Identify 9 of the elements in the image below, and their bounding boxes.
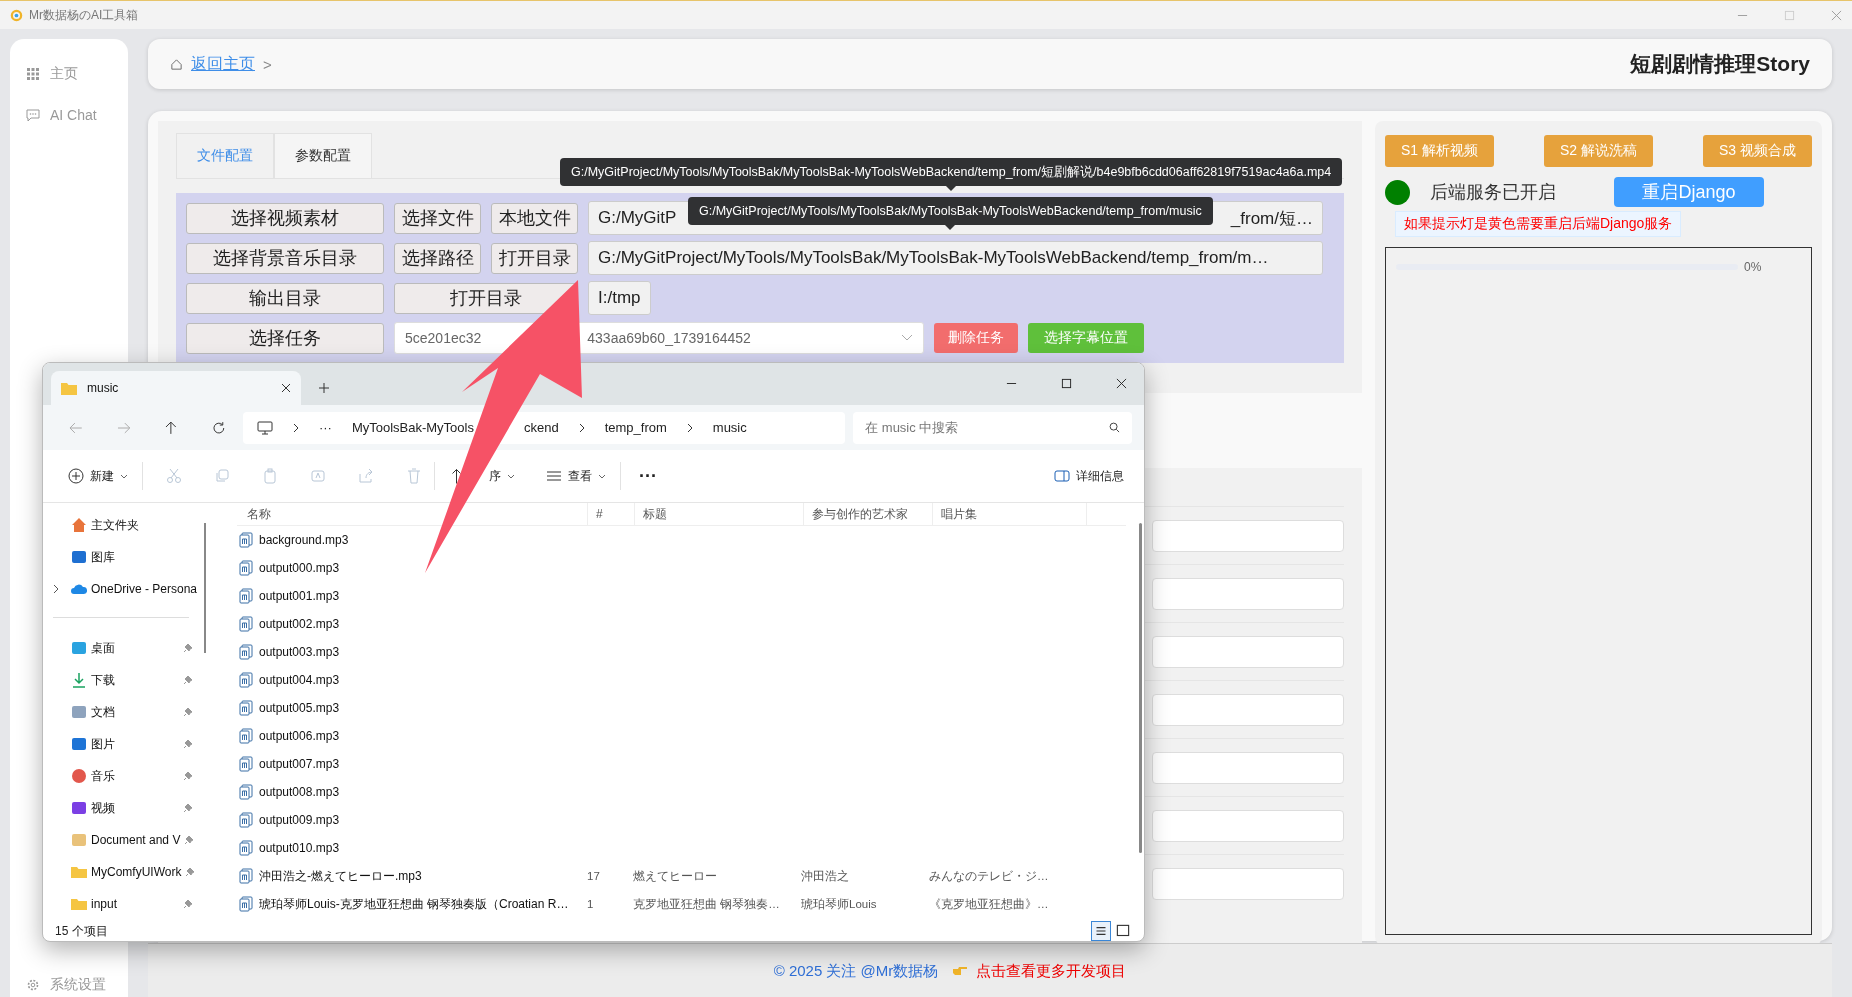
breadcrumb-separator: > [263, 55, 272, 73]
item-count: 15 个项目 [55, 922, 108, 940]
page-title: 短剧剧情推理Story [1630, 51, 1810, 77]
status-label: 后端服务已开启 [1430, 181, 1557, 204]
path-tooltip: G:/MyGitProject/MyTools/MyToolsBak/MyToolsBak-MyToolsWebBackend/temp_from/短剧解说/b4e9bfb6cdd06aff62819f7519ac4a6a.mp4 [560, 158, 1343, 191]
progress-reading: 0% [1744, 260, 1762, 274]
window-title: Mr数据杨のAI工具箱 [29, 6, 139, 24]
warning-note: 如果提示灯是黄色需要重启后端Django服务 [1395, 211, 1682, 237]
path-tooltip: G:/MyGitProject/MyTools/MyToolsBak/MyToolsBak-MyToolsWebBackend/temp_from/music [688, 197, 1213, 230]
